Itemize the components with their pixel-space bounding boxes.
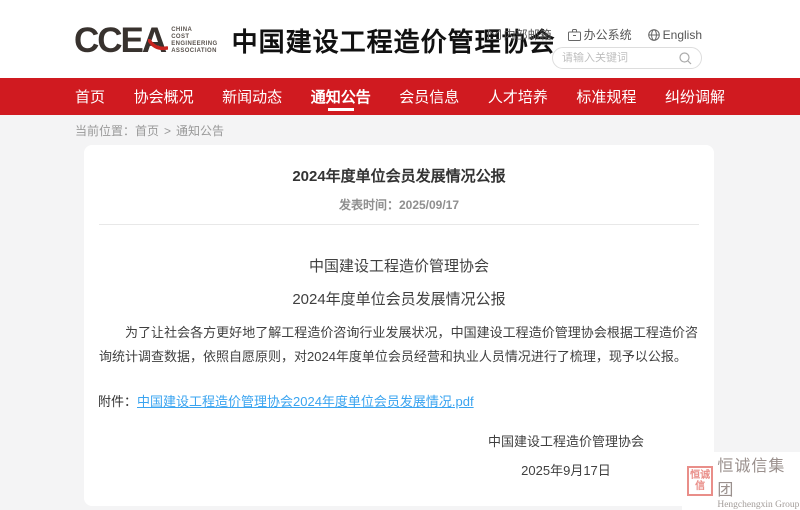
main-nav-inner: 首页 协会概况 新闻动态 通知公告 会员信息 人才培养 标准规程 纠纷调解 xyxy=(75,78,725,115)
watermark-text: 恒诚信集团 Hengchengxin Group xyxy=(717,452,800,510)
nav-item-news[interactable]: 新闻动态 xyxy=(222,78,282,115)
attachment-label: 附件： xyxy=(98,394,137,409)
article-card: 2024年度单位会员发展情况公报 发表时间：2025/09/17 中国建设工程造… xyxy=(84,145,714,506)
nav-item-training[interactable]: 人才培养 xyxy=(488,78,548,115)
office-system-label: 办公系统 xyxy=(584,26,632,43)
header-quick-links: 内部邮箱 办公系统 English xyxy=(488,26,702,43)
logo-acronym: CCEA xyxy=(74,24,165,58)
title-divider xyxy=(99,224,699,225)
article-title: 2024年度单位会员发展情况公报 xyxy=(84,145,714,186)
search-input[interactable] xyxy=(562,52,679,64)
nav-item-notices[interactable]: 通知公告 xyxy=(311,78,371,115)
internal-mail-label: 内部邮箱 xyxy=(504,26,552,43)
nav-item-disputes[interactable]: 纠纷调解 xyxy=(665,78,725,115)
english-link[interactable]: English xyxy=(648,26,702,43)
breadcrumb-current: 通知公告 xyxy=(176,124,224,138)
breadcrumb-separator: > xyxy=(164,124,171,138)
english-label: English xyxy=(663,28,702,42)
nav-item-home[interactable]: 首页 xyxy=(75,78,105,115)
nav-item-standards[interactable]: 标准规程 xyxy=(576,78,636,115)
site-logo[interactable]: CCEA CHINA COST ENGINEERING ASSOCIATION … xyxy=(74,22,556,59)
watermark-name-cn: 恒诚信集团 xyxy=(717,452,800,500)
logo-subtext: CHINA COST ENGINEERING ASSOCIATION xyxy=(171,27,217,55)
briefcase-icon xyxy=(568,29,581,41)
watermark: 恒诚 信 恒诚信集团 Hengchengxin Group xyxy=(682,452,800,510)
article-signature: 中国建设工程造价管理协会 2025年9月17日 xyxy=(488,431,644,479)
office-system-link[interactable]: 办公系统 xyxy=(568,26,632,43)
attachment-pdf-link[interactable]: 中国建设工程造价管理协会2024年度单位会员发展情况.pdf xyxy=(137,394,474,409)
logo-swoosh-icon xyxy=(148,23,168,57)
attachment-row: 附件：中国建设工程造价管理协会2024年度单位会员发展情况.pdf xyxy=(98,391,698,410)
main-nav: 首页 协会概况 新闻动态 通知公告 会员信息 人才培养 标准规程 纠纷调解 xyxy=(0,78,800,115)
signature-org: 中国建设工程造价管理协会 xyxy=(488,431,644,450)
publish-date-label: 发表时间： xyxy=(339,198,399,212)
mail-icon xyxy=(488,29,501,40)
publish-date-value: 2025/09/17 xyxy=(399,198,459,212)
article-heading-org: 中国建设工程造价管理协会 xyxy=(84,255,714,276)
nav-item-about[interactable]: 协会概况 xyxy=(134,78,194,115)
breadcrumb-prefix: 当前位置： xyxy=(75,124,135,138)
watermark-name-en: Hengchengxin Group xyxy=(717,500,800,510)
site-header: CCEA CHINA COST ENGINEERING ASSOCIATION … xyxy=(0,0,800,78)
article-heading-subject: 2024年度单位会员发展情况公报 xyxy=(84,288,714,309)
breadcrumb-home-link[interactable]: 首页 xyxy=(135,124,159,138)
watermark-seal-icon: 恒诚 信 xyxy=(687,466,713,496)
nav-item-members[interactable]: 会员信息 xyxy=(399,78,459,115)
breadcrumb: 当前位置：首页 > 通知公告 xyxy=(75,122,224,139)
article-publish-date: 发表时间：2025/09/17 xyxy=(84,196,714,213)
search-icon[interactable] xyxy=(679,52,692,65)
internal-mail-link[interactable]: 内部邮箱 xyxy=(488,26,552,43)
globe-icon xyxy=(648,29,660,41)
search-box xyxy=(552,47,702,69)
article-paragraph: 为了让社会各方更好地了解工程造价咨询行业发展状况，中国建设工程造价管理协会根据工… xyxy=(99,321,698,369)
signature-date: 2025年9月17日 xyxy=(488,460,644,479)
